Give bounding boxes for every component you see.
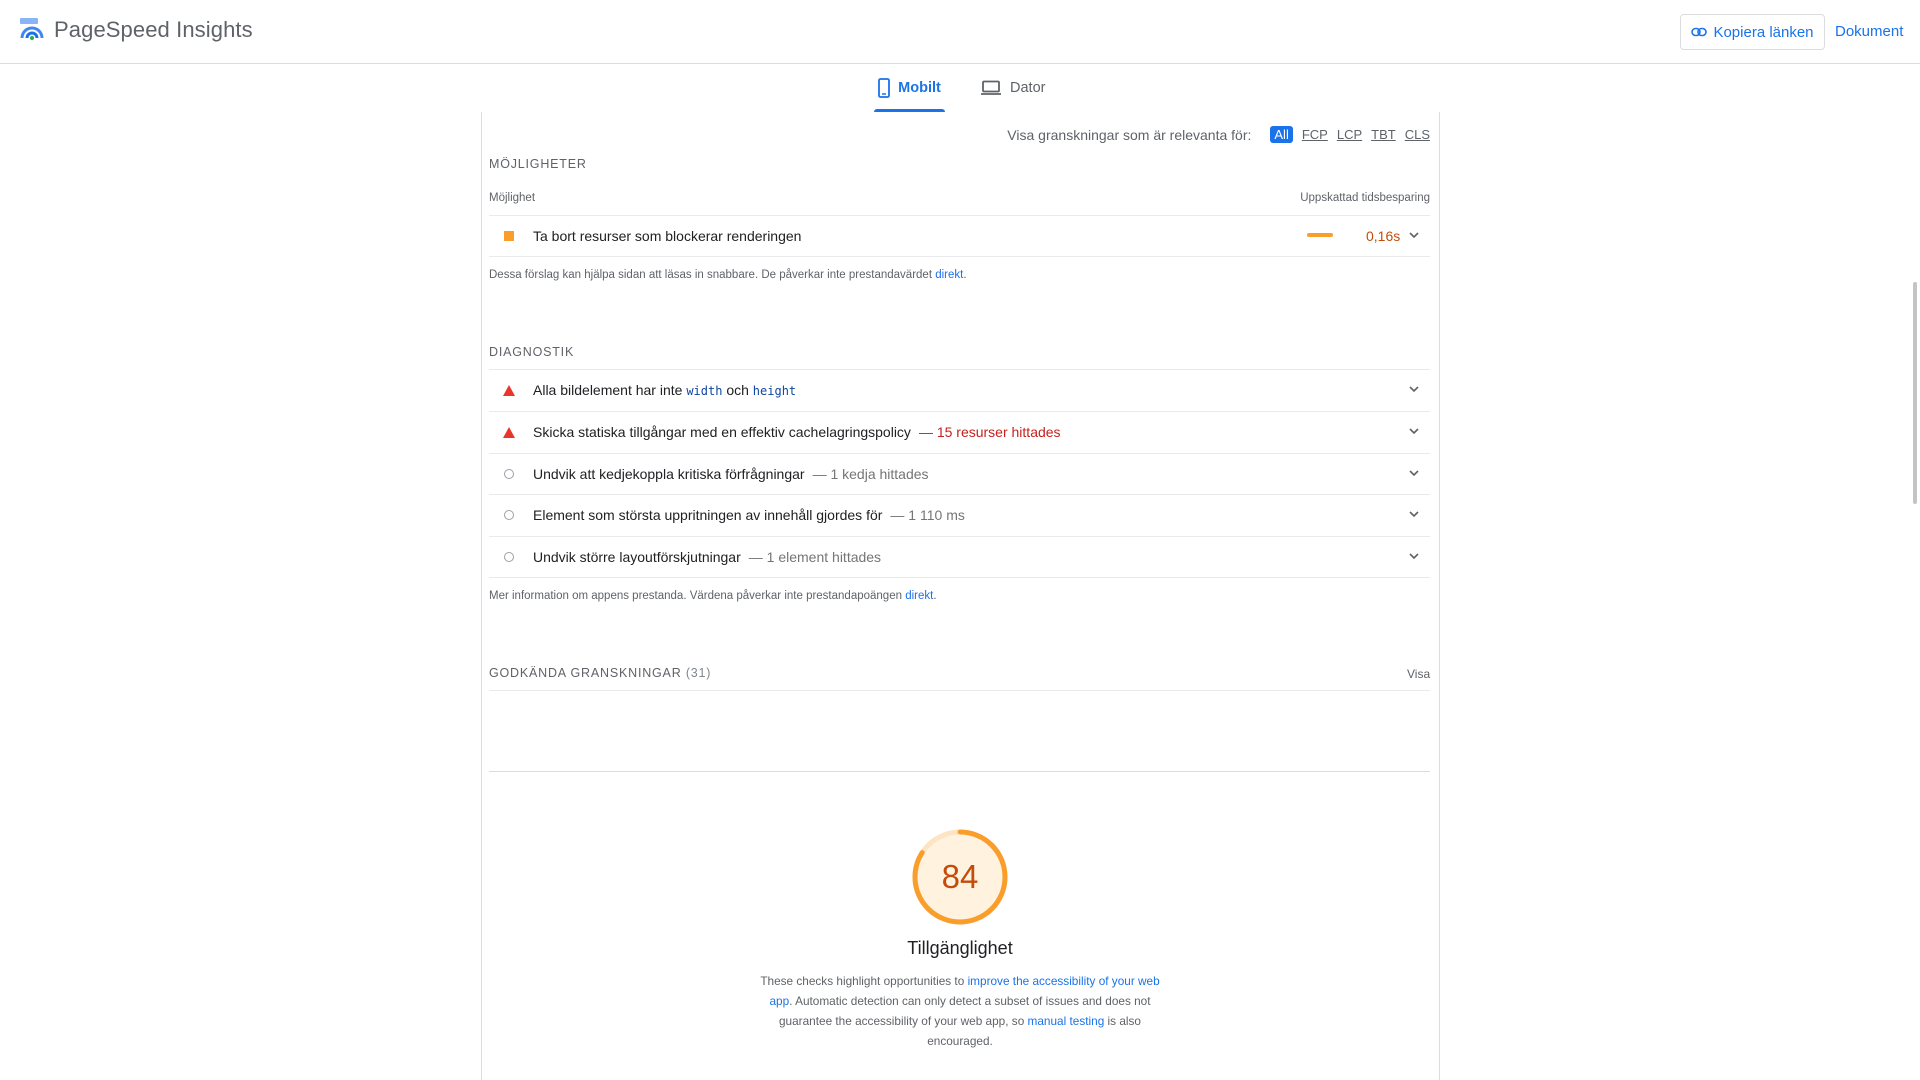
- code-height: height: [752, 384, 797, 398]
- pagespeed-logo-icon: [20, 18, 44, 40]
- code-width: width: [686, 384, 723, 398]
- accessibility-description: These checks highlight opportunities to …: [758, 971, 1162, 1051]
- show-passed-link[interactable]: Visa: [1407, 667, 1430, 681]
- filter-label: Visa granskningar som är relevanta för:: [1007, 126, 1252, 143]
- diagnostics-title: DIAGNOSTIK: [489, 345, 575, 359]
- savings-column-header: Uppskattad tidsbesparing: [1300, 192, 1430, 204]
- audit-title: Undvik att kedjekoppla kritiska förfrågn…: [533, 466, 805, 482]
- title-part: och: [722, 382, 753, 398]
- fail-triangle-icon: [503, 426, 515, 438]
- audit-detail: — 1 element hittades: [748, 549, 882, 565]
- audit-detail: — 1 kedja hittades: [812, 466, 929, 482]
- audit-row-render-blocking[interactable]: Ta bort resurser som blockerar rendering…: [489, 215, 1430, 256]
- savings-bar: [1307, 233, 1333, 237]
- link-icon: [1691, 27, 1708, 37]
- direct-link[interactable]: direkt: [935, 269, 963, 281]
- audit-title: Skicka statiska tillgångar med en effekt…: [533, 424, 911, 440]
- divider: [489, 256, 1430, 257]
- chevron-down-icon[interactable]: [1408, 550, 1420, 562]
- filter-chip-fcp[interactable]: FCP: [1302, 127, 1328, 142]
- savings-value: 0,16s: [1366, 228, 1401, 244]
- opportunities-title: MÖJLIGHETER: [489, 157, 587, 171]
- copy-link-button[interactable]: Kopiera länken: [1680, 14, 1825, 50]
- passed-audits-title[interactable]: GODKÄNDA GRANSKNINGAR (31): [489, 666, 711, 680]
- info-circle-icon: [504, 510, 514, 520]
- tab-mobile-label: Mobilt: [898, 80, 941, 96]
- diagnostics-note: Mer information om appens prestanda. Vär…: [489, 590, 937, 602]
- docs-link[interactable]: Dokument: [1835, 23, 1903, 40]
- desc-text: These checks highlight opportunities to: [760, 974, 968, 988]
- audit-detail: — 1 110 ms: [890, 507, 965, 523]
- accessibility-score: 84: [941, 858, 979, 895]
- info-circle-icon: [504, 552, 514, 562]
- app-name: PageSpeed Insights: [54, 17, 253, 42]
- audit-filter: Visa granskningar som är relevanta för: …: [489, 126, 1430, 143]
- fail-triangle-icon: [503, 384, 515, 396]
- passed-audits-count: (31): [685, 666, 712, 680]
- top-bar: PageSpeed Insights Kopiera länken Dokume…: [0, 0, 1920, 64]
- manual-testing-link[interactable]: manual testing: [1028, 1014, 1105, 1028]
- audit-title: Alla bildelement har inte width och heig…: [533, 382, 796, 398]
- chevron-down-icon[interactable]: [1408, 425, 1420, 437]
- audit-row-cache-policy[interactable]: Skicka statiska tillgångar med en effekt…: [489, 411, 1430, 452]
- note-text: Dessa förslag kan hjälpa sidan att läsas…: [489, 269, 936, 281]
- divider: [489, 690, 1430, 691]
- filter-chip-cls[interactable]: CLS: [1405, 127, 1430, 142]
- brand[interactable]: PageSpeed Insights: [18, 16, 253, 44]
- audit-title: Undvik större layoutförskjutningar: [533, 549, 741, 565]
- device-tabs: Mobilt Dator: [0, 64, 1920, 112]
- laptop-icon: [981, 80, 1001, 95]
- scrollbar-thumb[interactable]: [1913, 282, 1917, 504]
- filter-chip-tbt[interactable]: TBT: [1371, 127, 1396, 142]
- opportunities-note: Dessa förslag kan hjälpa sidan att läsas…: [489, 269, 967, 281]
- audit-title: Ta bort resurser som blockerar rendering…: [533, 228, 802, 244]
- note-end: .: [933, 590, 937, 602]
- audit-row-lcp-element[interactable]: Element som största uppritningen av inne…: [489, 494, 1430, 535]
- chevron-down-icon[interactable]: [1408, 467, 1420, 479]
- info-circle-icon: [504, 469, 514, 479]
- audit-row-layout-shifts[interactable]: Undvik större layoutförskjutningar — 1 e…: [489, 536, 1430, 577]
- note-end: .: [963, 269, 967, 281]
- filter-chip-all[interactable]: All: [1270, 126, 1293, 143]
- copy-link-label: Kopiera länken: [1713, 23, 1814, 41]
- title-part: Alla bildelement har inte: [533, 382, 687, 398]
- audit-row-critical-chains[interactable]: Undvik att kedjekoppla kritiska förfrågn…: [489, 453, 1430, 494]
- chevron-down-icon[interactable]: [1408, 508, 1420, 520]
- phone-icon: [878, 78, 891, 98]
- direct-link[interactable]: direkt: [905, 590, 933, 602]
- chevron-down-icon[interactable]: [1408, 229, 1420, 241]
- opportunity-column-header: Möjlighet: [489, 192, 536, 204]
- chevron-down-icon[interactable]: [1408, 383, 1420, 395]
- audit-title: Element som största uppritningen av inne…: [533, 507, 883, 523]
- average-square-icon: [504, 231, 514, 241]
- audit-detail: — 15 resurser hittades: [918, 424, 1061, 440]
- accessibility-gauge[interactable]: 84: [910, 827, 1010, 927]
- filter-chip-lcp[interactable]: LCP: [1337, 127, 1362, 142]
- passed-audits-label: GODKÄNDA GRANSKNINGAR: [489, 666, 682, 680]
- audit-row-image-dimensions[interactable]: Alla bildelement har inte width och heig…: [489, 369, 1430, 410]
- tab-desktop-label: Dator: [1010, 80, 1046, 96]
- tab-desktop[interactable]: Dator: [980, 64, 1052, 112]
- tab-mobile[interactable]: Mobilt: [874, 64, 945, 112]
- accessibility-title: Tillgänglighet: [907, 938, 1013, 958]
- divider: [489, 577, 1430, 578]
- category-divider: [489, 771, 1430, 772]
- note-text: Mer information om appens prestanda. Vär…: [489, 590, 906, 602]
